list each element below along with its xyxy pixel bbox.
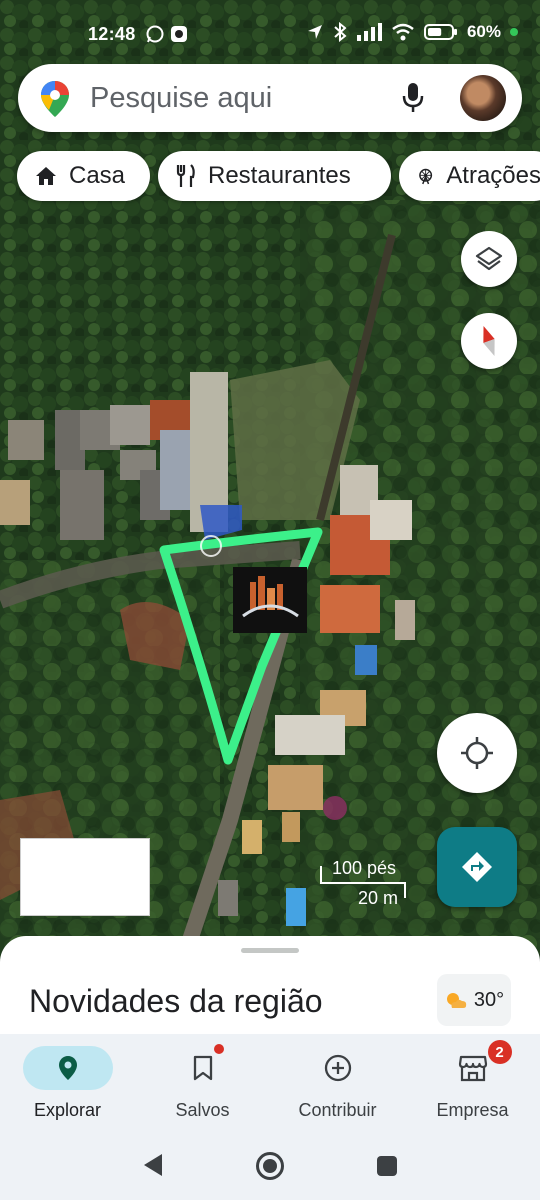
partly-cloudy-icon <box>446 993 467 1008</box>
chip-label: Atrações <box>446 162 540 189</box>
google-maps-pin-icon <box>41 81 69 117</box>
battery-percent: 60% <box>466 22 501 41</box>
privacy-dot <box>510 28 518 36</box>
weather-badge[interactable]: 30° <box>437 974 511 1026</box>
layers-icon <box>475 246 503 271</box>
wifi-icon <box>392 23 414 41</box>
signal-icon <box>356 23 382 41</box>
nav-label: Salvos <box>175 1100 230 1120</box>
app-notification-icon <box>171 26 187 42</box>
chip-home[interactable]: Casa <box>17 151 150 201</box>
ferris-wheel-icon <box>419 168 433 185</box>
navigation-arrow-icon <box>307 25 322 39</box>
nav-label: Explorar <box>33 1100 102 1120</box>
add-circle-icon <box>324 1054 351 1082</box>
storefront-icon <box>458 1055 487 1082</box>
whatsapp-icon <box>146 25 164 43</box>
bluetooth-icon <box>334 22 347 42</box>
nav-business-indicator: 2 <box>428 1040 518 1090</box>
chip-label: Casa <box>69 162 126 189</box>
microphone-icon[interactable] <box>402 82 424 114</box>
notification-dot <box>213 1044 224 1054</box>
chip-restaurants[interactable]: Restaurantes <box>158 151 391 201</box>
scale-metric: 20 m <box>358 888 399 908</box>
chip-attractions[interactable]: Atrações <box>399 151 540 201</box>
map-scale: 100 pés 20 m <box>318 858 408 910</box>
crosshair-icon <box>461 737 493 769</box>
notification-icons <box>146 25 188 43</box>
back-triangle-icon[interactable] <box>142 1152 164 1178</box>
home-icon <box>36 167 56 185</box>
real-estate-logo-marker[interactable] <box>233 567 307 633</box>
bookmark-icon <box>193 1055 212 1081</box>
directions-icon <box>462 852 492 882</box>
map-imagery <box>0 0 540 960</box>
search-input[interactable]: Pesquise aqui <box>90 82 272 115</box>
fork-knife-icon <box>176 164 195 187</box>
bottom-navigation: Explorar Salvos Contribuir 2 Empresa <box>0 1034 540 1130</box>
compass-button[interactable] <box>461 313 517 369</box>
location-pin-icon <box>58 1056 77 1080</box>
my-location-button[interactable] <box>437 713 517 793</box>
nav-label: Empresa <box>436 1100 509 1120</box>
business-badge: 2 <box>487 1040 512 1064</box>
nav-explore[interactable]: Explorar <box>0 1034 135 1130</box>
status-right: 60% <box>306 22 518 42</box>
nav-saved[interactable]: Salvos <box>135 1034 270 1130</box>
nav-explore-indicator <box>22 1046 113 1090</box>
nav-saved-indicator <box>158 1044 248 1090</box>
sheet-drag-handle[interactable] <box>241 948 299 953</box>
nav-contribute[interactable]: Contribuir <box>270 1034 405 1130</box>
weather-temp: 30° <box>473 988 505 1011</box>
bottom-sheet[interactable]: Novidades da região 30° <box>0 936 540 1046</box>
home-circle-icon[interactable] <box>256 1152 284 1180</box>
compass-icon <box>483 325 495 357</box>
directions-button[interactable] <box>437 827 517 907</box>
nav-label: Contribuir <box>298 1100 377 1120</box>
nav-contribute-indicator <box>293 1046 383 1090</box>
status-bar: 12:48 60% <box>0 0 540 64</box>
battery-icon <box>423 24 457 40</box>
layers-button[interactable] <box>461 231 517 287</box>
chip-label: Restaurantes <box>208 162 351 189</box>
satellite-map[interactable] <box>0 0 540 960</box>
nav-business[interactable]: 2 Empresa <box>405 1034 540 1130</box>
sheet-title: Novidades da região <box>29 983 323 1019</box>
recents-square-icon[interactable] <box>377 1156 397 1176</box>
profile-avatar[interactable] <box>460 75 506 121</box>
search-bar[interactable]: Pesquise aqui <box>18 64 522 132</box>
status-time: 12:48 <box>88 24 136 44</box>
system-navigation-bar <box>0 1130 540 1200</box>
minimap-placeholder[interactable] <box>20 838 150 916</box>
scale-imperial: 100 pés <box>332 858 397 878</box>
